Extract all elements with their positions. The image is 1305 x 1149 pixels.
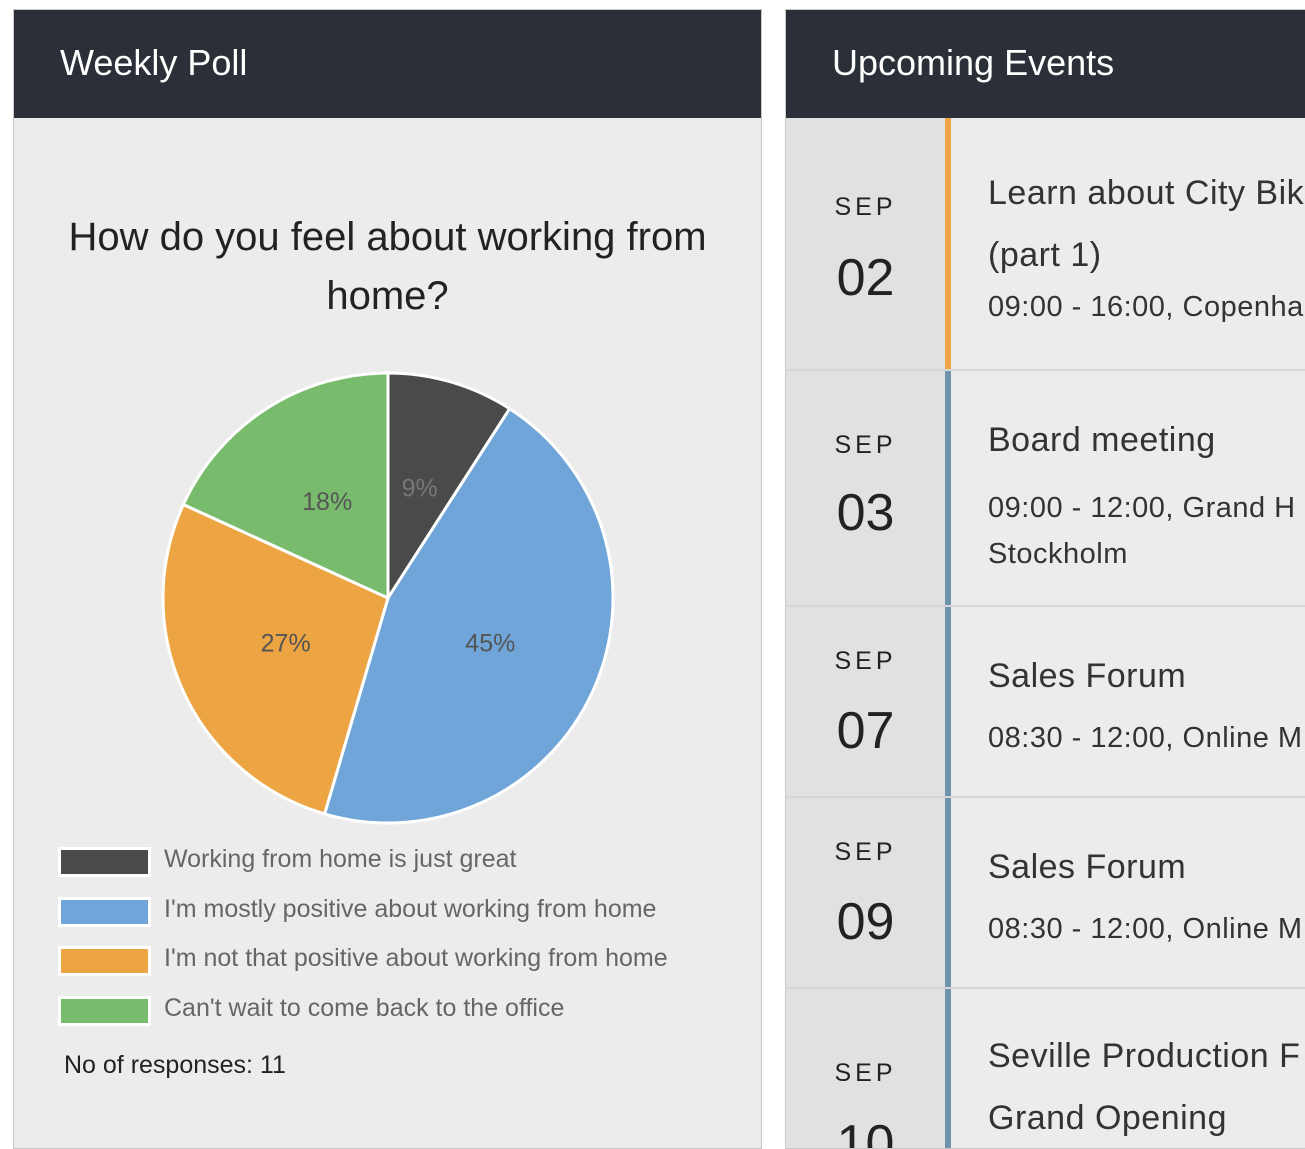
event-accent-bar: [945, 607, 951, 796]
legend-label: I'm mostly positive about working from h…: [164, 894, 657, 923]
event-date: SEP 03: [786, 371, 945, 605]
event-accent-bar: [945, 798, 951, 987]
event-month: SEP: [834, 1059, 897, 1087]
event-title[interactable]: Seville Production F Grand Opening: [988, 1025, 1300, 1148]
events-header: Upcoming Events: [786, 10, 1305, 118]
event-month: SEP: [834, 838, 897, 866]
legend-swatch: [58, 946, 151, 976]
pie-label-0: 9%: [402, 475, 438, 503]
pie-label-1: 45%: [465, 629, 515, 657]
event-month: SEP: [834, 431, 897, 459]
event-time-location: 08:30 - 12:00, Online M: [988, 722, 1303, 754]
event-title[interactable]: Sales Forum: [988, 836, 1186, 898]
poll-pie-chart: 9% 45% 27% 18%: [161, 371, 615, 825]
event-item[interactable]: SEP 07 Sales Forum 08:30 - 12:00, Online M: [786, 607, 1305, 798]
event-day: 07: [836, 702, 895, 760]
event-day: 09: [836, 893, 895, 951]
event-time-location: 09:00 - 16:00, Copenha: [988, 291, 1304, 323]
legend-label: Working from home is just great: [164, 845, 517, 873]
event-item[interactable]: SEP 09 Sales Forum 08:30 - 12:00, Online M: [786, 798, 1305, 989]
event-accent-bar: [945, 989, 951, 1148]
event-date: SEP 09: [786, 798, 945, 987]
responses-count: No of responses: 11: [64, 1051, 286, 1079]
events-header-title: Upcoming Events: [832, 42, 1115, 83]
event-date: SEP 07: [786, 607, 945, 796]
event-date: SEP 02: [786, 118, 945, 369]
event-month: SEP: [834, 647, 897, 675]
legend-swatch: [58, 847, 151, 877]
event-day: 02: [836, 249, 895, 307]
event-day: 10: [836, 1115, 895, 1149]
pie-label-2: 27%: [261, 629, 311, 657]
event-title[interactable]: Learn about City Bik (part 1): [988, 162, 1304, 286]
legend-swatch: [58, 995, 151, 1026]
legend-label: I'm not that positive about working from…: [164, 944, 668, 972]
weekly-poll-panel: Weekly Poll How do you feel about workin…: [13, 9, 762, 1149]
event-time-location: 09:00 - 12:00, Grand H Stockholm: [988, 492, 1296, 570]
event-month: SEP: [834, 193, 897, 221]
event-title[interactable]: Sales Forum: [988, 645, 1186, 707]
legend-label: Can't wait to come back to the office: [164, 993, 565, 1022]
upcoming-events-panel: Upcoming Events SEP 02 Learn about City Bi…: [785, 9, 1305, 1149]
event-title[interactable]: Board meeting: [988, 409, 1216, 471]
event-day: 03: [836, 484, 895, 542]
event-accent-bar: [945, 371, 951, 605]
event-item[interactable]: SEP 02 Learn about City Bik (part 1) 09:00 -…: [786, 118, 1305, 371]
event-item[interactable]: SEP 03 Board meeting 09:00 - 12:00, Grand H…: [786, 371, 1305, 607]
legend-swatch: [58, 896, 151, 927]
pie-label-3: 18%: [302, 488, 352, 516]
event-time-location: 08:30 - 12:00, Online M: [988, 913, 1303, 945]
event-date: SEP 10: [786, 989, 945, 1149]
event-item[interactable]: SEP 10 Seville Production F Grand Opening: [786, 989, 1305, 1149]
event-accent-bar: [945, 118, 951, 369]
